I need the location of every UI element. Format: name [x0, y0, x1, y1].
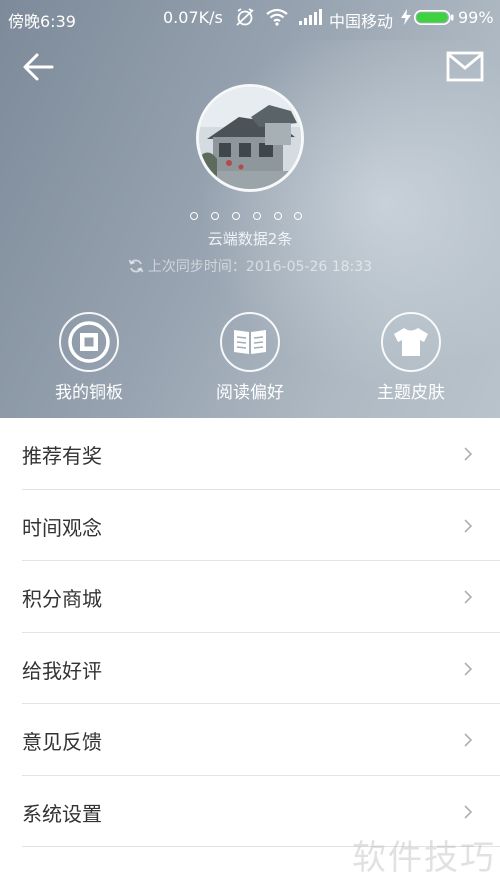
menu-item-label: 给我好评 — [22, 658, 102, 683]
chevron-right-icon — [464, 661, 473, 676]
wifi-icon — [266, 8, 288, 26]
profile-header: 傍晚6:39 0.07K/s 中国移动 99% 云端数据2条 上次同步时间：20… — [0, 0, 500, 418]
page-dots — [186, 210, 316, 222]
book-icon — [234, 330, 266, 354]
cloud-data-count: 云端数据2条 — [207, 230, 293, 248]
dot — [232, 212, 240, 220]
quick-action-label: 我的铜板 — [55, 383, 123, 403]
menu-item-label: 时间观念 — [22, 515, 102, 540]
quick-action-reading-prefs[interactable]: 阅读偏好 — [195, 312, 305, 404]
menu-item-rate-us[interactable]: 给我好评 — [0, 633, 500, 705]
dot — [190, 212, 198, 220]
menu-item-label: 意见反馈 — [22, 730, 102, 754]
menu-item-label: 推荐有奖 — [22, 444, 102, 468]
menu-item-label: 积分商城 — [22, 587, 102, 611]
watermark: 软件技巧 — [352, 838, 496, 878]
dot — [274, 212, 282, 220]
status-battery-percent: 99% — [458, 8, 494, 27]
menu-item-feedback[interactable]: 意见反馈 — [0, 704, 500, 776]
quick-action-themes[interactable]: 主题皮肤 — [356, 312, 466, 404]
avatar-image — [199, 87, 301, 189]
menu-item-referral-rewards[interactable]: 推荐有奖 — [0, 418, 500, 490]
alarm-muted-icon — [236, 8, 254, 26]
quick-action-circle — [59, 312, 119, 372]
chevron-right-icon — [464, 804, 473, 819]
sync-icon — [128, 259, 144, 273]
avatar[interactable] — [196, 84, 304, 192]
chevron-right-icon — [464, 733, 473, 747]
quick-action-circle — [381, 312, 441, 372]
quick-action-coins[interactable]: 我的铜板 — [34, 312, 144, 404]
menu-item-time-awareness[interactable]: 时间观念 — [0, 490, 500, 562]
chevron-right-icon — [464, 590, 473, 604]
tshirt-icon — [394, 328, 428, 356]
menu-item-points-mall[interactable]: 积分商城 — [0, 561, 500, 633]
settings-menu: 推荐有奖 时间观念 积分商城 给我好评 意见反馈 系统设置 — [0, 418, 500, 847]
quick-action-label: 阅读偏好 — [216, 383, 284, 403]
chevron-right-icon — [464, 518, 473, 533]
chevron-right-icon — [464, 447, 473, 461]
dot — [253, 212, 261, 220]
dot — [211, 212, 219, 220]
status-carrier: 中国移动 — [329, 12, 394, 31]
battery-icon — [414, 10, 454, 25]
status-net-speed: 0.07K/s — [163, 8, 223, 27]
mail-button[interactable] — [444, 50, 486, 84]
last-sync-row: 上次同步时间：2016-05-26 18:33 — [0, 256, 500, 276]
back-button[interactable] — [20, 50, 56, 84]
signal-icon — [299, 9, 322, 25]
status-time: 傍晚6:39 — [8, 12, 76, 31]
dot — [294, 212, 302, 220]
status-bar: 傍晚6:39 0.07K/s 中国移动 99% — [0, 0, 500, 36]
coin-icon — [68, 321, 110, 363]
quick-action-circle — [220, 312, 280, 372]
last-sync-text: 上次同步时间：2016-05-26 18:33 — [147, 259, 373, 275]
quick-action-label: 主题皮肤 — [377, 383, 445, 403]
charging-bolt-icon — [401, 9, 411, 25]
menu-item-label: 系统设置 — [22, 801, 102, 826]
